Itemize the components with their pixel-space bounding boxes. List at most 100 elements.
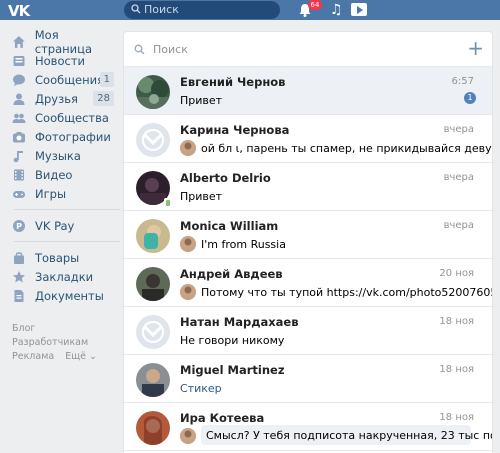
sidebar-item-label: Новости	[35, 53, 85, 68]
news-icon	[13, 55, 25, 66]
dialog-row[interactable]: Alberto Delrio вчера Привет	[124, 163, 492, 211]
vk-logo[interactable]: VK	[8, 2, 36, 20]
dialog-message: Смысл? У тебя подписота накрученная, 23 …	[206, 429, 492, 442]
sidebar-item-photos[interactable]: Фотографии	[8, 127, 118, 146]
dialog-time: вчера	[443, 124, 474, 135]
sidebar-item-messages[interactable]: Сообщения 1	[8, 70, 118, 89]
new-dialog-button[interactable]: +	[467, 37, 484, 59]
dialog-time: 18 ноя	[439, 412, 474, 423]
avatar	[136, 411, 170, 445]
svg-text:P: P	[16, 222, 22, 231]
sidebar-item-bookmarks[interactable]: Закладки	[8, 267, 118, 286]
sidebar-footer: Блог Разработчикам Реклама Ещё ⌄	[12, 322, 122, 364]
doc-icon	[14, 289, 24, 302]
dialog-name[interactable]: Ира Котеева	[180, 411, 264, 425]
sidebar-item-video[interactable]: Видео	[8, 165, 118, 184]
dialog-time: вчера	[443, 220, 474, 231]
sidebar-item-goods[interactable]: Товары	[8, 248, 118, 267]
footer-blog-link[interactable]: Блог	[12, 323, 35, 334]
dialog-name[interactable]: Alberto Delrio	[180, 171, 271, 185]
dialog-name[interactable]: Monica William	[180, 219, 278, 233]
sidebar-item-news[interactable]: Новости	[8, 51, 118, 70]
top-bar: VK Поиск 64 ♫	[0, 0, 500, 20]
sidebar-item-documents[interactable]: Документы	[8, 286, 118, 305]
star-icon	[13, 270, 25, 282]
my-avatar	[180, 284, 196, 300]
unread-badge: 1	[464, 92, 476, 104]
sidebar-item-label: Друзья	[35, 91, 78, 106]
footer-dev-link[interactable]: Разработчикам	[12, 337, 88, 348]
home-icon	[12, 35, 25, 48]
dialog-message: I'm from Russia	[201, 238, 286, 251]
sidebar-item-label: Фотографии	[35, 129, 111, 144]
dialog-row[interactable]: Андрей Авдеев 20 ноя Потому что ты тупой…	[124, 259, 492, 307]
music-icon[interactable]: ♫	[330, 2, 343, 18]
avatar	[136, 267, 170, 301]
avatar	[136, 315, 170, 349]
notifications-badge: 64	[308, 0, 322, 10]
dialog-message: Не говори никому	[180, 334, 285, 347]
header-search[interactable]: Поиск	[124, 1, 280, 19]
footer-more-link[interactable]: Ещё ⌄	[65, 351, 97, 362]
chat-icon	[13, 74, 25, 86]
sidebar-item-label: VK Pay	[35, 218, 75, 233]
my-avatar	[180, 140, 196, 156]
header-search-placeholder: Поиск	[144, 3, 179, 16]
dialog-message: Привет	[180, 190, 223, 203]
avatar	[136, 123, 170, 157]
dialog-message: ой бл ι, парень ты спамер, не прикидывай…	[201, 142, 492, 155]
sidebar-item-label: Товары	[35, 250, 80, 265]
dialog-row[interactable]: Натан Мардахаев 18 ноя Не говори никому	[124, 307, 492, 355]
film-icon	[14, 169, 24, 180]
bag-icon	[14, 251, 24, 264]
dialogs-search-input[interactable]: Поиск	[153, 43, 188, 56]
group-icon	[12, 113, 26, 123]
my-avatar	[180, 428, 196, 444]
sidebar-item-vk-pay[interactable]: P VK Pay	[8, 216, 118, 235]
sidebar-item-games[interactable]: Игры	[8, 184, 118, 203]
avatar	[136, 363, 170, 397]
dialog-name[interactable]: Натан Мардахаев	[180, 315, 299, 329]
dialog-row[interactable]: Ира Котеева 18 ноя Смысл? У тебя подписо…	[124, 403, 492, 451]
sidebar-divider	[14, 209, 120, 210]
camera-icon	[13, 131, 25, 142]
sidebar-item-friends[interactable]: Друзья 28	[8, 89, 118, 108]
dialog-name[interactable]: Андрей Авдеев	[180, 267, 283, 281]
sidebar-item-my-page[interactable]: Моя страница	[8, 28, 118, 56]
dialog-time: 20 ноя	[439, 268, 474, 279]
dialog-row[interactable]: Miguel Martinez 18 ноя Стикер	[124, 355, 492, 403]
dialog-name[interactable]: Евгений Чернов	[180, 75, 285, 89]
video-icon[interactable]	[351, 3, 367, 16]
avatar	[136, 75, 170, 109]
dialog-time: вчера	[443, 172, 474, 183]
my-avatar	[180, 236, 196, 252]
dialog-message: Стикер	[180, 382, 222, 395]
sidebar-item-music[interactable]: Музыка	[8, 146, 118, 165]
unread-outgoing-message: Смысл? У тебя подписота накрученная, 23 …	[201, 425, 492, 445]
dialogs-panel: Поиск + Евгений Чернов 6:57 Привет 1 Кар…	[124, 32, 492, 453]
sidebar-item-label: Игры	[35, 186, 67, 201]
sidebar-item-label: Закладки	[35, 269, 94, 284]
dialog-row[interactable]: Карина Чернова вчера ой бл ι, парень ты …	[124, 115, 492, 163]
footer-ads-link[interactable]: Реклама	[12, 351, 54, 362]
person-icon	[13, 93, 25, 105]
search-icon	[134, 44, 145, 55]
sidebar-item-groups[interactable]: Сообщества	[8, 108, 118, 127]
sidebar-item-label: Видео	[35, 167, 73, 182]
dialog-row[interactable]: Евгений Чернов 6:57 Привет 1	[124, 67, 492, 115]
music-icon	[13, 150, 23, 162]
messages-count: 1	[99, 72, 114, 87]
gamepad-icon	[13, 190, 25, 198]
dialog-name[interactable]: Карина Чернова	[180, 123, 289, 137]
sidebar-item-label: Документы	[35, 288, 104, 303]
online-indicator	[164, 198, 171, 208]
search-icon	[131, 4, 141, 14]
sidebar-item-label: Сообщения	[35, 72, 105, 87]
friends-count: 28	[93, 91, 114, 106]
dialog-name[interactable]: Miguel Martinez	[180, 363, 285, 377]
dialog-message: Привет	[180, 94, 223, 107]
dialog-time: 6:57	[451, 76, 474, 87]
sidebar-divider	[14, 241, 120, 242]
dialog-row[interactable]: Monica William вчера I'm from Russia	[124, 211, 492, 259]
dialog-time: 18 ноя	[439, 364, 474, 375]
